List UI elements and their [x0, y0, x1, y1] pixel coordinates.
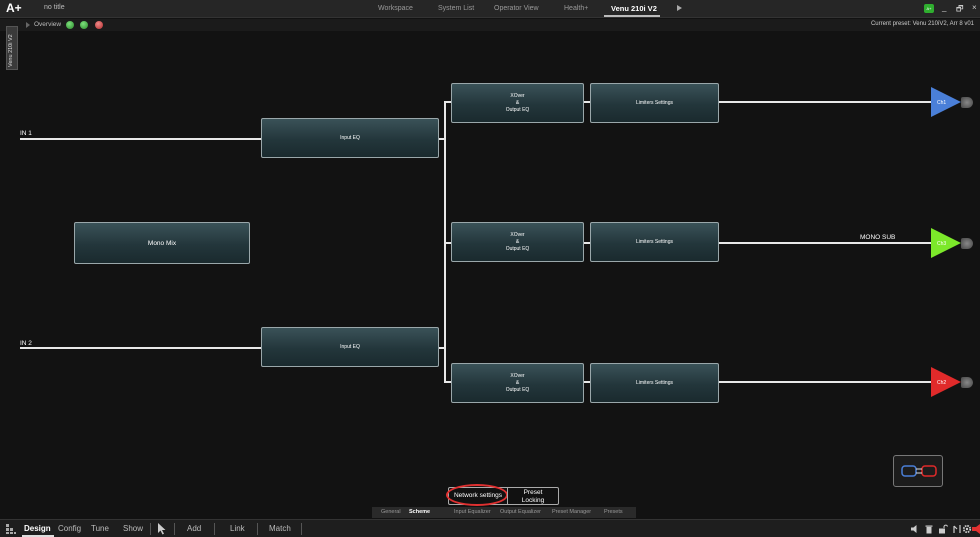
speaker-icon	[961, 238, 973, 249]
mode-tune[interactable]: Tune	[91, 524, 109, 533]
input-label-in1: IN 1	[20, 130, 32, 137]
play-icon[interactable]	[677, 5, 682, 11]
block-label: Limiters Settings	[636, 238, 673, 245]
block-label: XOver	[510, 92, 525, 99]
subtab-presets[interactable]: Presets	[604, 509, 623, 515]
preset-locking-label: Locking	[521, 497, 545, 504]
block-label: Input EQ	[340, 134, 360, 141]
mode-design[interactable]: Design	[24, 524, 51, 533]
wire-out-ch3	[718, 242, 932, 244]
preset-locking-button[interactable]: Preset Locking	[507, 487, 559, 505]
device-subtabs: General Scheme Input Equalizer Output Eq…	[372, 507, 636, 518]
xover-output-eq-3-block[interactable]: XOver & Output EQ	[451, 363, 584, 403]
mono-mix-block[interactable]: Mono Mix	[74, 222, 250, 264]
input-label-in2: IN 2	[20, 340, 32, 347]
ch1-label: Ch1	[937, 100, 947, 106]
tool-match[interactable]: Match	[269, 524, 291, 533]
block-label: XOver	[510, 231, 525, 238]
block-label: &	[515, 379, 520, 386]
block-label: Output EQ	[505, 245, 530, 252]
close-button[interactable]: ×	[972, 3, 977, 12]
document-title: no title	[44, 4, 65, 11]
limiters-settings-3-block[interactable]: Limiters Settings	[590, 363, 719, 403]
block-label: Limiters Settings	[636, 99, 673, 106]
network-icon[interactable]	[952, 524, 962, 534]
mode-bar: Design Config Tune Show Add Link Match	[0, 519, 980, 537]
link-channels-icon	[901, 465, 937, 477]
divider	[150, 523, 151, 535]
mute-icon[interactable]	[972, 524, 980, 534]
xover-output-eq-1-block[interactable]: XOver & Output EQ	[451, 83, 584, 123]
restore-button[interactable]: 🗗	[956, 3, 964, 17]
subtab-output-equalizer[interactable]: Output Equalizer	[500, 509, 541, 515]
block-label: Limiters Settings	[636, 379, 673, 386]
subtab-input-equalizer[interactable]: Input Equalizer	[454, 509, 491, 515]
title-bar: A+ no title Workspace System List Operat…	[0, 0, 980, 18]
user-badge[interactable]: A+	[924, 4, 934, 13]
preset-locking-label: Preset	[523, 489, 543, 496]
block-label: XOver	[510, 372, 525, 379]
tab-system-list[interactable]: System List	[438, 5, 474, 12]
xover-output-eq-2-block[interactable]: XOver & Output EQ	[451, 222, 584, 262]
input-eq-1-block[interactable]: Input EQ	[261, 118, 439, 158]
block-label: &	[515, 99, 520, 106]
green-status-icon[interactable]	[80, 21, 88, 29]
grid-icon[interactable]	[6, 524, 16, 534]
tab-workspace[interactable]: Workspace	[378, 5, 413, 12]
wire-in2	[20, 347, 262, 349]
expand-arrow-icon[interactable]	[26, 22, 30, 28]
divider	[257, 523, 258, 535]
subtab-preset-manager[interactable]: Preset Manager	[552, 509, 591, 515]
tab-device-venu[interactable]: Venu 210i V2	[611, 4, 657, 13]
link-icon-box[interactable]	[893, 455, 943, 487]
ch3-label: Ch3	[937, 241, 947, 247]
block-label: Output EQ	[505, 386, 530, 393]
mode-show[interactable]: Show	[123, 524, 143, 533]
tool-link[interactable]: Link	[230, 524, 245, 533]
wire-out-ch2	[718, 381, 932, 383]
divider	[301, 523, 302, 535]
unlock-icon[interactable]	[938, 524, 948, 534]
tool-add[interactable]: Add	[187, 524, 201, 533]
mode-config[interactable]: Config	[58, 524, 81, 533]
subtab-general[interactable]: General	[381, 509, 401, 515]
subtab-scheme[interactable]: Scheme	[409, 509, 430, 515]
speaker-volume-icon[interactable]	[910, 524, 920, 534]
red-status-icon[interactable]	[95, 21, 103, 29]
speaker-icon	[961, 377, 973, 388]
overview-bar: Overview Current preset: Venu 210iV2, Ar…	[0, 19, 980, 31]
wire-in1	[20, 138, 262, 140]
app-logo[interactable]: A+	[6, 1, 22, 15]
gear-icon[interactable]	[962, 524, 972, 534]
wire-out-ch1	[718, 101, 932, 103]
speaker-icon	[961, 97, 973, 108]
tab-operator-view[interactable]: Operator View	[494, 5, 539, 12]
limiters-settings-2-block[interactable]: Limiters Settings	[590, 222, 719, 262]
block-label: Input EQ	[340, 343, 360, 350]
overview-label[interactable]: Overview	[34, 21, 61, 28]
ch2-label: Ch2	[937, 380, 947, 386]
active-tab-indicator	[604, 15, 660, 17]
block-label: Output EQ	[505, 106, 530, 113]
mono-sub-label: MONO SUB	[860, 234, 896, 241]
divider	[174, 523, 175, 535]
cursor-icon[interactable]	[157, 523, 167, 535]
highlight-ring	[446, 484, 508, 506]
block-label: Mono Mix	[147, 239, 177, 247]
scheme-canvas: IN 1 IN 2 Input EQ Input EQ Mono Mix XOv…	[0, 31, 980, 506]
trash-icon[interactable]	[924, 524, 934, 534]
input-eq-2-block[interactable]: Input EQ	[261, 327, 439, 367]
divider	[214, 523, 215, 535]
current-preset-label: Current preset: Venu 210iV2, Arr 8 v01	[870, 21, 974, 27]
block-label: &	[515, 238, 520, 245]
minimize-button[interactable]: _	[942, 3, 946, 12]
green-status-icon[interactable]	[66, 21, 74, 29]
tab-health[interactable]: Health+	[564, 5, 588, 12]
limiters-settings-1-block[interactable]: Limiters Settings	[590, 83, 719, 123]
